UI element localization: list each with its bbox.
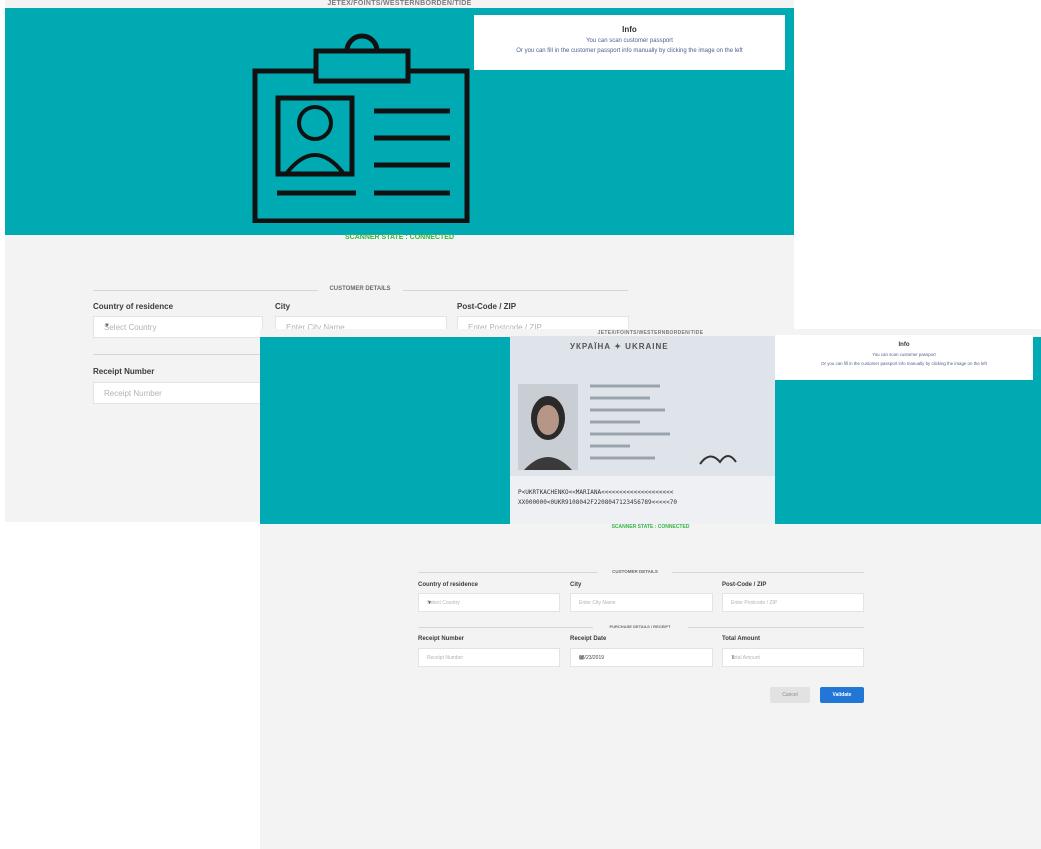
chevron-down-icon: ▼ bbox=[427, 600, 432, 606]
receipt-number-label: Receipt Number bbox=[93, 367, 155, 376]
scanner-state: SCANNER STATE : CONNECTED bbox=[344, 234, 455, 241]
customer-details-title: CUSTOMER DETAILS bbox=[329, 286, 391, 292]
customer-details-title: CUSTOMER DETAILS bbox=[612, 569, 658, 574]
info-line-2: Or you can fill in the customer passport… bbox=[821, 361, 987, 366]
country-select[interactable]: Select Country ▼ bbox=[93, 316, 263, 338]
info-box: Info You can scan customer passport Or y… bbox=[775, 335, 1033, 380]
validate-button[interactable]: Validate bbox=[820, 687, 864, 703]
divider bbox=[93, 290, 318, 291]
mrz-line-2: XX000000<0UKR9108042F2208047123456789<<<… bbox=[518, 499, 677, 506]
postcode-label: Post-Code / ZIP bbox=[457, 302, 517, 311]
receipt-number-placeholder: Receipt Number bbox=[427, 655, 464, 661]
mrz-line-1: P<UKRTKACHENKO<<MARIANA<<<<<<<<<<<<<<<<<… bbox=[518, 489, 674, 496]
info-title: Info bbox=[898, 342, 910, 348]
info-title: Info bbox=[622, 25, 637, 34]
receipt-date-label: Receipt Date bbox=[570, 636, 607, 642]
receipt-number-input[interactable]: Receipt Number bbox=[418, 648, 560, 667]
calendar-icon[interactable]: ▦ bbox=[579, 655, 706, 661]
passport-photo-icon bbox=[518, 384, 737, 470]
city-input[interactable]: Enter City Name bbox=[570, 593, 713, 612]
divider bbox=[418, 627, 593, 628]
country-select[interactable]: Select Country ▼ bbox=[418, 593, 560, 612]
id-badge-icon[interactable] bbox=[252, 33, 472, 223]
passport-data-page: УКРАЇНА ✦ UKRAINE bbox=[510, 336, 775, 476]
receipt-number-label: Receipt Number bbox=[418, 636, 465, 642]
cancel-button[interactable]: Cancel bbox=[770, 687, 810, 703]
receipt-date-input[interactable]: 08/23/2019 ▦ bbox=[570, 648, 713, 667]
passport-mrz: P<UKRTKACHENKO<<MARIANA<<<<<<<<<<<<<<<<<… bbox=[518, 488, 768, 508]
chevron-down-icon: ▼ bbox=[104, 323, 110, 329]
info-line-2: Or you can fill in the customer passport… bbox=[516, 48, 743, 54]
divider bbox=[93, 354, 263, 355]
receipt-number-placeholder: Receipt Number bbox=[104, 389, 162, 398]
front-screenshot: JETEX/FOINTS/WESTERNBORDEN/TIDE УКРАЇНА … bbox=[260, 329, 1041, 849]
country-label: Country of residence bbox=[93, 302, 174, 311]
receipt-number-input[interactable]: Receipt Number bbox=[93, 382, 263, 404]
scan-hero-panel: Info You can scan customer passport Or y… bbox=[5, 8, 794, 235]
scanner-state: SCANNER STATE : CONNECTED bbox=[611, 524, 690, 530]
postcode-placeholder: Enter Postcode / ZIP bbox=[731, 600, 778, 606]
info-line-1: You can scan customer passport bbox=[586, 38, 673, 44]
city-label: City bbox=[275, 302, 291, 311]
city-placeholder: Enter City Name bbox=[579, 600, 616, 606]
total-amount-label: Total Amount bbox=[722, 636, 760, 642]
postcode-label: Post-Code / ZIP bbox=[722, 582, 767, 588]
info-box: Info You can scan customer passport Or y… bbox=[474, 15, 785, 70]
divider bbox=[418, 572, 598, 573]
postcode-input[interactable]: Enter Postcode / ZIP bbox=[722, 593, 864, 612]
breadcrumb: JETEX/FOINTS/WESTERNBORDEN/TIDE bbox=[327, 0, 472, 7]
scanned-passport-image[interactable]: УКРАЇНА ✦ UKRAINE P<UKRTKACHENKO<<MARIAN… bbox=[510, 336, 775, 524]
total-amount-input[interactable]: Total Amount ⇕ bbox=[722, 648, 864, 667]
divider bbox=[672, 572, 864, 573]
city-label: City bbox=[570, 582, 582, 588]
purchase-details-title: PURCHASE DETAILS / RECEIPT bbox=[609, 624, 671, 629]
spinner-icon[interactable]: ⇕ bbox=[731, 655, 857, 661]
divider bbox=[688, 627, 864, 628]
country-label: Country of residence bbox=[418, 582, 479, 588]
info-line-1: You can scan customer passport bbox=[872, 352, 936, 357]
divider bbox=[403, 290, 628, 291]
